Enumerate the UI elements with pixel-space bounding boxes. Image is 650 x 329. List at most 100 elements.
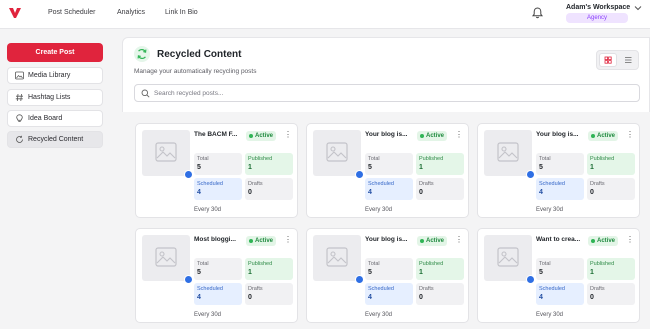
image-placeholder-icon (497, 247, 519, 267)
stat-published: Published 1 (587, 153, 635, 175)
stat-value: 0 (419, 189, 423, 196)
hash-icon (15, 93, 23, 102)
social-account-icon (526, 170, 547, 190)
sidebar-item-recycled-content[interactable]: Recycled Content (7, 131, 103, 148)
card-title: Your blog is... (365, 236, 408, 243)
stat-value: 0 (248, 294, 252, 301)
stat-scheduled: Scheduled 4 (365, 283, 413, 305)
stat-label: Published (419, 156, 444, 162)
stat-label: Scheduled (197, 286, 223, 292)
recycle-icon (134, 46, 150, 62)
image-placeholder-icon (155, 142, 177, 162)
stat-label: Scheduled (539, 181, 565, 187)
search-box (134, 84, 640, 102)
sidebar-item-label: Recycled Content (28, 136, 84, 143)
stat-published: Published 1 (416, 258, 464, 280)
stat-value: 5 (368, 269, 372, 276)
stat-label: Published (248, 261, 273, 267)
status-badge: Active (417, 236, 448, 246)
stat-drafts: Drafts 0 (245, 283, 293, 305)
stat-label: Drafts (590, 286, 605, 292)
stat-value: 5 (368, 164, 372, 171)
more-options-icon[interactable]: ⋮ (284, 131, 292, 141)
more-options-icon[interactable]: ⋮ (626, 131, 634, 141)
stat-value: 0 (248, 189, 252, 196)
top-bar: Post Scheduler Analytics Link In Bio Ada… (0, 0, 650, 29)
stat-value: 1 (590, 269, 594, 276)
card-title: Most bloggi... (194, 236, 236, 243)
sidebar-item-hashtag-lists[interactable]: Hashtag Lists (7, 89, 103, 106)
stat-value: 1 (419, 269, 423, 276)
stat-drafts: Drafts 0 (245, 178, 293, 200)
post-thumbnail (313, 130, 376, 190)
stat-published: Published 1 (245, 258, 293, 280)
more-options-icon[interactable]: ⋮ (455, 131, 463, 141)
stat-value: 4 (539, 294, 543, 301)
chevron-down-icon[interactable] (634, 5, 642, 11)
stat-value: 1 (248, 164, 252, 171)
sidebar-item-idea-board[interactable]: Idea Board (7, 110, 103, 127)
create-post-button[interactable]: Create Post (7, 43, 103, 62)
stat-label: Total (368, 261, 380, 267)
page-title: Recycled Content (157, 49, 242, 60)
bell-icon[interactable] (532, 7, 543, 19)
recycled-post-card[interactable]: The BACM F... Active ⋮ Total 5 Published… (135, 123, 298, 218)
nav-analytics[interactable]: Analytics (117, 9, 145, 16)
more-options-icon[interactable]: ⋮ (626, 236, 634, 246)
stat-total: Total 5 (536, 258, 584, 280)
recycle-frequency: Every 30d (194, 312, 222, 318)
list-view-button[interactable] (619, 53, 637, 67)
recycle-icon (16, 135, 23, 143)
stat-label: Drafts (419, 181, 434, 187)
workspace-name[interactable]: Adam's Workspace (566, 4, 630, 11)
sidebar-item-media-library[interactable]: Media Library (7, 67, 103, 84)
more-options-icon[interactable]: ⋮ (284, 236, 292, 246)
nav-link-in-bio[interactable]: Link In Bio (165, 9, 198, 16)
stat-value: 4 (368, 189, 372, 196)
recycle-frequency: Every 30d (365, 207, 393, 213)
stat-published: Published 1 (416, 153, 464, 175)
status-badge: Active (588, 131, 619, 141)
card-title: The BACM F... (194, 131, 238, 138)
search-input[interactable] (154, 87, 624, 99)
status-badge: Active (417, 131, 448, 141)
stat-value: 5 (197, 164, 201, 171)
nav-post-scheduler[interactable]: Post Scheduler (48, 9, 95, 16)
stat-label: Drafts (248, 286, 263, 292)
stat-label: Scheduled (368, 286, 394, 292)
stat-label: Drafts (419, 286, 434, 292)
image-placeholder-icon (326, 247, 348, 267)
view-toggle (596, 50, 639, 70)
status-badge: Active (246, 131, 277, 141)
stat-total: Total 5 (365, 153, 413, 175)
recycled-post-card[interactable]: Your blog is... Active ⋮ Total 5 Publish… (306, 123, 469, 218)
grid-view-button[interactable] (599, 53, 617, 67)
stat-total: Total 5 (365, 258, 413, 280)
recycle-frequency: Every 30d (536, 312, 564, 318)
stat-drafts: Drafts 0 (587, 283, 635, 305)
brand-logo-icon[interactable] (8, 6, 22, 20)
recycled-post-card[interactable]: Most bloggi... Active ⋮ Total 5 Publishe… (135, 228, 298, 323)
stat-published: Published 1 (587, 258, 635, 280)
stat-label: Published (590, 261, 615, 267)
social-account-icon (355, 275, 376, 295)
stat-label: Scheduled (197, 181, 223, 187)
stat-drafts: Drafts 0 (416, 283, 464, 305)
more-options-icon[interactable]: ⋮ (455, 236, 463, 246)
social-account-icon (184, 170, 205, 190)
stat-scheduled: Scheduled 4 (194, 178, 242, 200)
stat-label: Drafts (590, 181, 605, 187)
workspace-plan-badge: Agency (566, 13, 628, 23)
card-title: Want to crea... (536, 236, 581, 243)
recycled-post-card[interactable]: Your blog is... Active ⋮ Total 5 Publish… (477, 123, 640, 218)
recycled-post-card[interactable]: Your blog is... Active ⋮ Total 5 Publish… (306, 228, 469, 323)
social-account-icon (184, 275, 205, 295)
recycled-post-card[interactable]: Want to crea... Active ⋮ Total 5 Publish… (477, 228, 640, 323)
stat-label: Scheduled (539, 286, 565, 292)
list-icon (625, 57, 632, 63)
image-placeholder-icon (497, 142, 519, 162)
stat-value: 1 (419, 164, 423, 171)
card-title: Your blog is... (536, 131, 579, 138)
grid-icon (604, 56, 612, 64)
stat-value: 1 (590, 164, 594, 171)
